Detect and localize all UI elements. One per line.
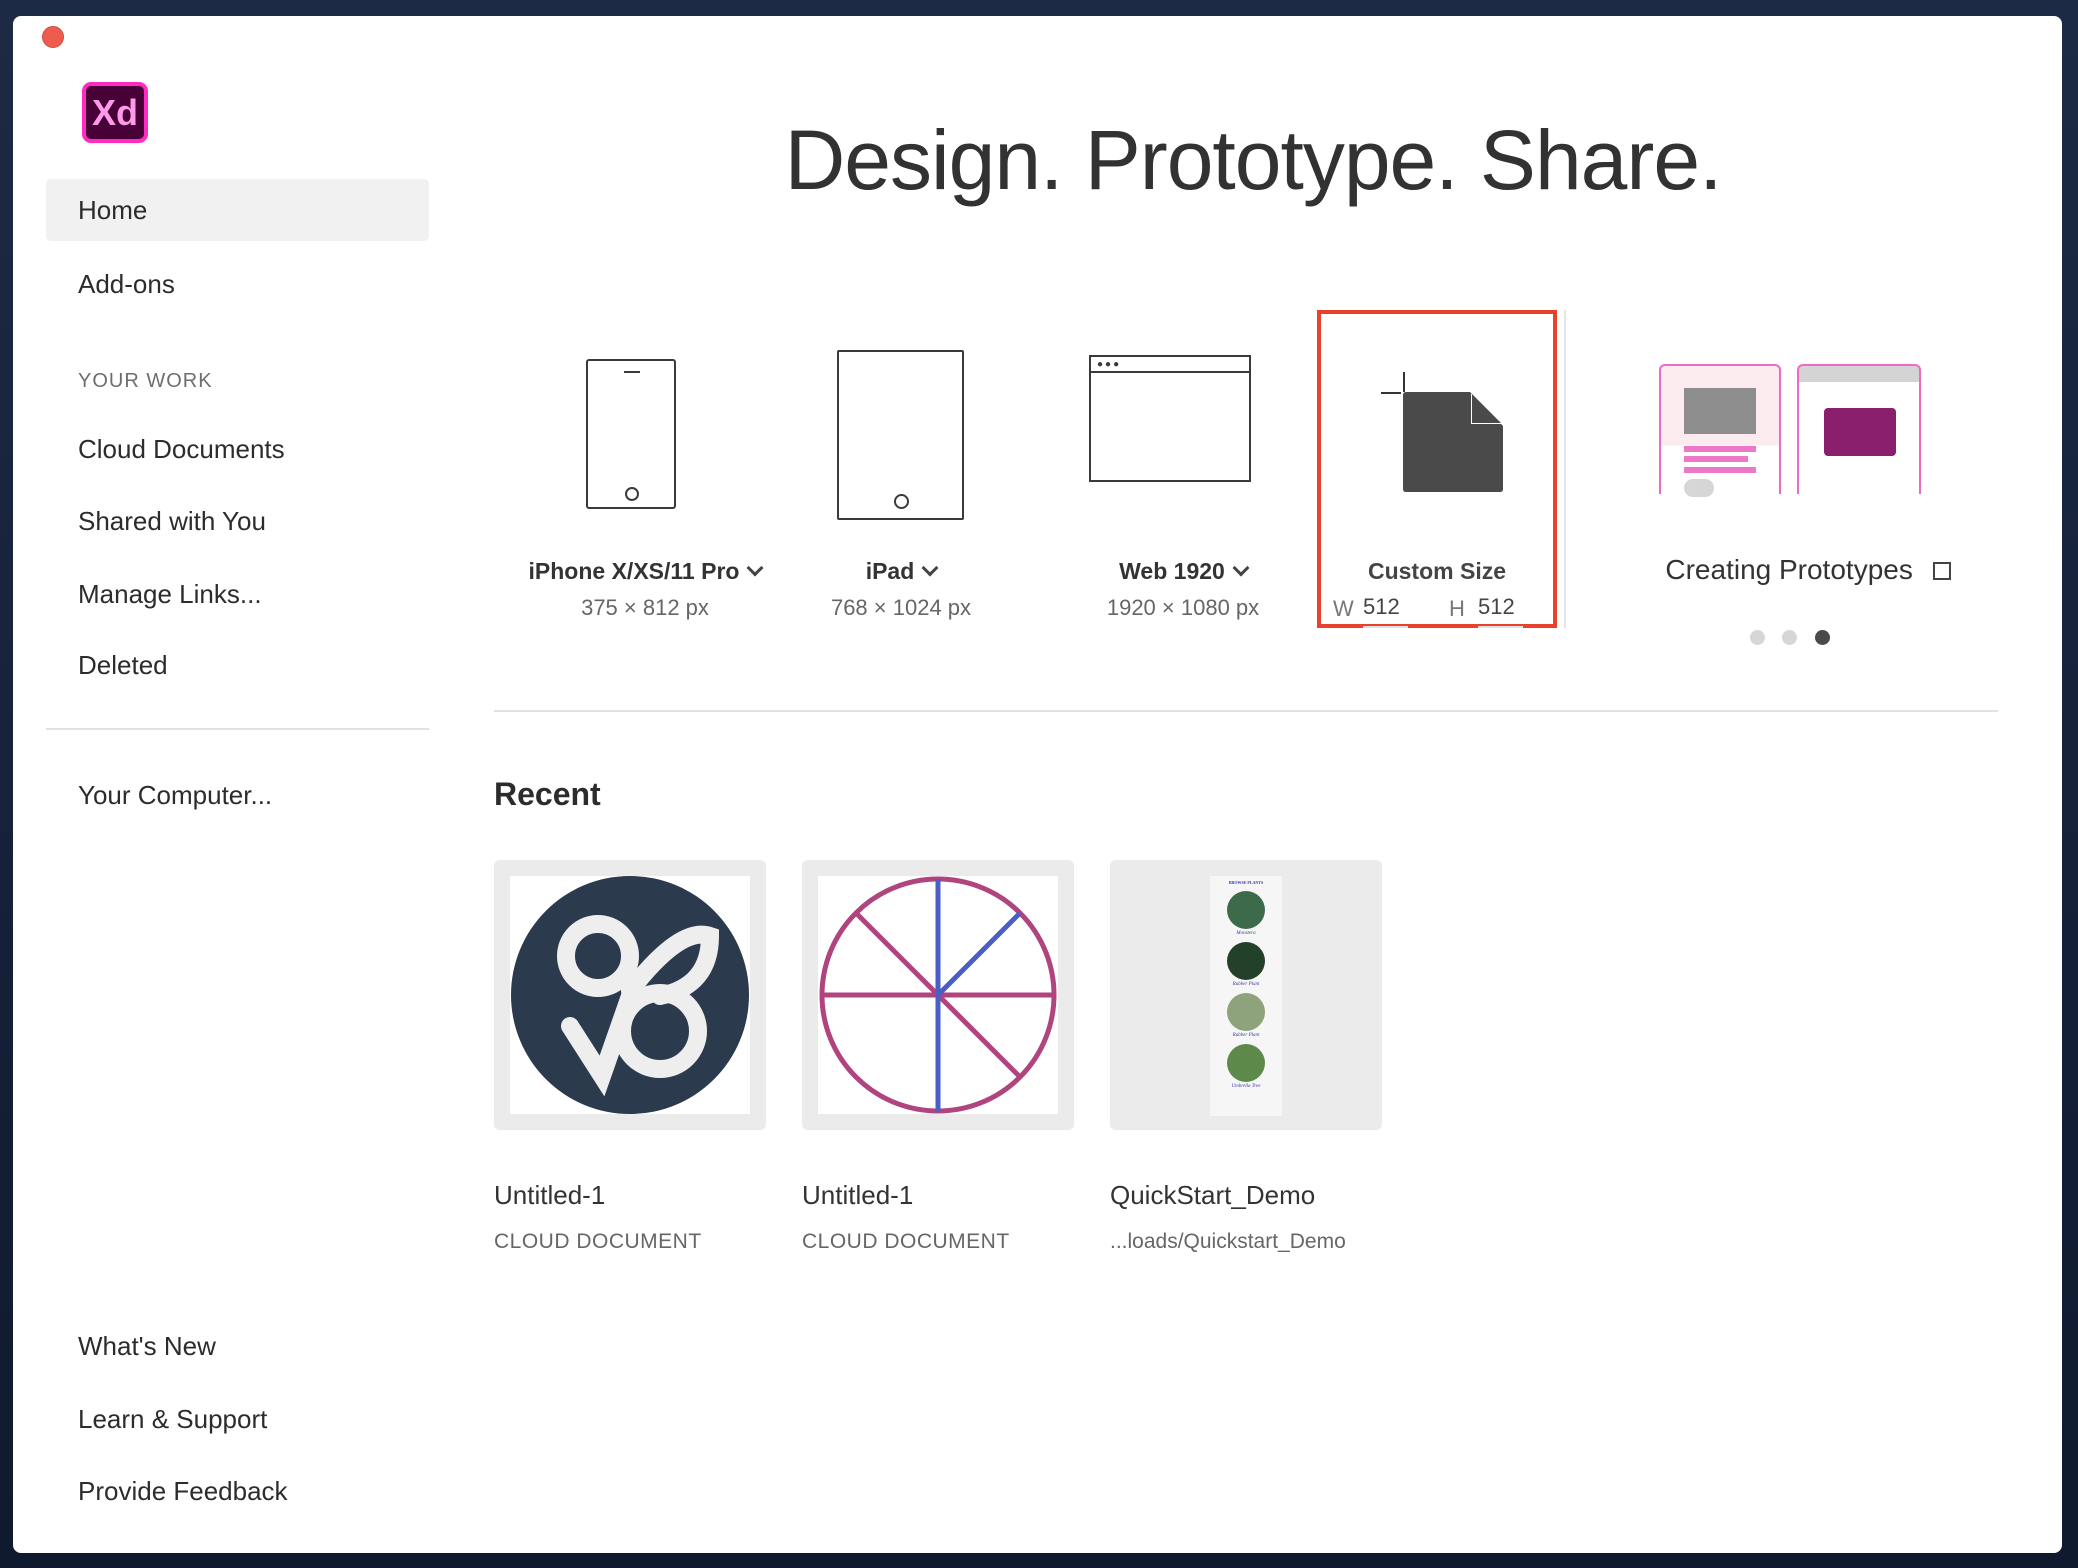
sidebar-item-your-computer[interactable]: Your Computer...	[46, 764, 429, 826]
recent-file-card[interactable]	[802, 860, 1074, 1130]
recent-file-card[interactable]	[494, 860, 766, 1130]
preset-label: Web 1920	[1119, 558, 1225, 584]
recent-file-name[interactable]: QuickStart_Demo	[1110, 1180, 1315, 1211]
recent-file-location: ...loads/Quickstart_Demo	[1110, 1230, 1346, 1253]
file-thumbnail	[510, 876, 750, 1114]
recent-file-card[interactable]: BROWSE PLANTS Monstera Rubber Plant Rubb…	[1110, 860, 1382, 1130]
preview-item: Rubber Plant	[1232, 1033, 1260, 1038]
recent-file-name[interactable]: Untitled-1	[802, 1180, 913, 1211]
carousel-dot-2[interactable]	[1782, 630, 1797, 645]
preset-label: iPad	[865, 558, 915, 584]
ipad-icon	[837, 350, 964, 520]
xd-logo: Xd	[82, 82, 148, 143]
sidebar-item-manage-links[interactable]: Manage Links...	[46, 563, 429, 625]
preview-item: Umbrella Tree	[1231, 1084, 1261, 1089]
preset-custom-size[interactable]: Custom Size W 512 H 512	[1317, 310, 1557, 628]
crosshair-icon	[1381, 372, 1405, 396]
sidebar-item-shared-with-you[interactable]: Shared with You	[46, 490, 429, 552]
recent-file-location: CLOUD DOCUMENT	[802, 1230, 1010, 1253]
preview-item: Monstera	[1236, 931, 1256, 936]
recent-file-location: CLOUD DOCUMENT	[494, 1230, 702, 1253]
close-window-button[interactable]	[42, 26, 64, 48]
sidebar-item-home[interactable]: Home	[46, 179, 429, 241]
preset-iphone[interactable]: iPhone X/XS/11 Pro 375 × 812 px	[495, 336, 795, 646]
preset-label: iPhone X/XS/11 Pro	[528, 558, 740, 584]
section-divider	[494, 710, 1998, 712]
preset-size: 768 × 1024 px	[830, 595, 972, 620]
file-thumbnail: BROWSE PLANTS Monstera Rubber Plant Rubb…	[1210, 876, 1282, 1116]
external-link-icon	[1932, 562, 1951, 580]
sidebar-item-provide-feedback[interactable]: Provide Feedback	[46, 1460, 429, 1522]
sidebar-item-add-ons[interactable]: Add-ons	[46, 253, 429, 315]
chevron-down-icon[interactable]	[921, 559, 939, 577]
sidebar-divider	[46, 728, 429, 730]
creating-prototypes-illustration[interactable]	[1659, 364, 1923, 500]
preview-title: BROWSE PLANTS	[1228, 880, 1264, 885]
carousel-dot-3-active[interactable]	[1815, 630, 1830, 645]
preset-ipad[interactable]: iPad 768 × 1024 px	[751, 336, 1051, 646]
height-input[interactable]: 512	[1478, 594, 1523, 628]
tutorial-label: Creating Prototypes	[1665, 554, 1913, 585]
width-label: W	[1333, 596, 1354, 621]
browser-window-icon: ●●●	[1089, 355, 1251, 482]
recent-heading: Recent	[494, 776, 601, 812]
file-thumbnail	[818, 876, 1058, 1114]
sidebar-item-cloud-documents[interactable]: Cloud Documents	[46, 418, 429, 480]
document-icon	[1403, 392, 1503, 492]
sidebar-item-whats-new[interactable]: What's New	[46, 1315, 429, 1377]
preview-item: Rubber Plant	[1232, 982, 1260, 987]
preset-size: 1920 × 1080 px	[1106, 595, 1260, 620]
iphone-icon	[586, 359, 676, 509]
your-work-heading: YOUR WORK	[78, 370, 213, 392]
preset-size: 375 × 812 px	[581, 595, 709, 620]
custom-size-label: Custom Size	[1367, 558, 1507, 584]
width-input[interactable]: 512	[1363, 594, 1408, 628]
preset-separator	[1564, 310, 1566, 628]
carousel-dot-1[interactable]	[1750, 630, 1765, 645]
recent-file-name[interactable]: Untitled-1	[494, 1180, 605, 1211]
start-window: Xd Home Add-ons YOUR WORK Cloud Document…	[13, 16, 2062, 1553]
preset-web-1920[interactable]: ●●● Web 1920 1920 × 1080 px	[1033, 336, 1333, 646]
headline: Design. Prototype. Share.	[784, 113, 1723, 207]
sidebar-item-deleted[interactable]: Deleted	[46, 634, 429, 696]
sidebar-item-learn-support[interactable]: Learn & Support	[46, 1388, 429, 1450]
chevron-down-icon[interactable]	[1232, 559, 1250, 577]
height-label: H	[1449, 596, 1465, 621]
tutorial-link[interactable]: Creating Prototypes	[1593, 554, 2023, 586]
